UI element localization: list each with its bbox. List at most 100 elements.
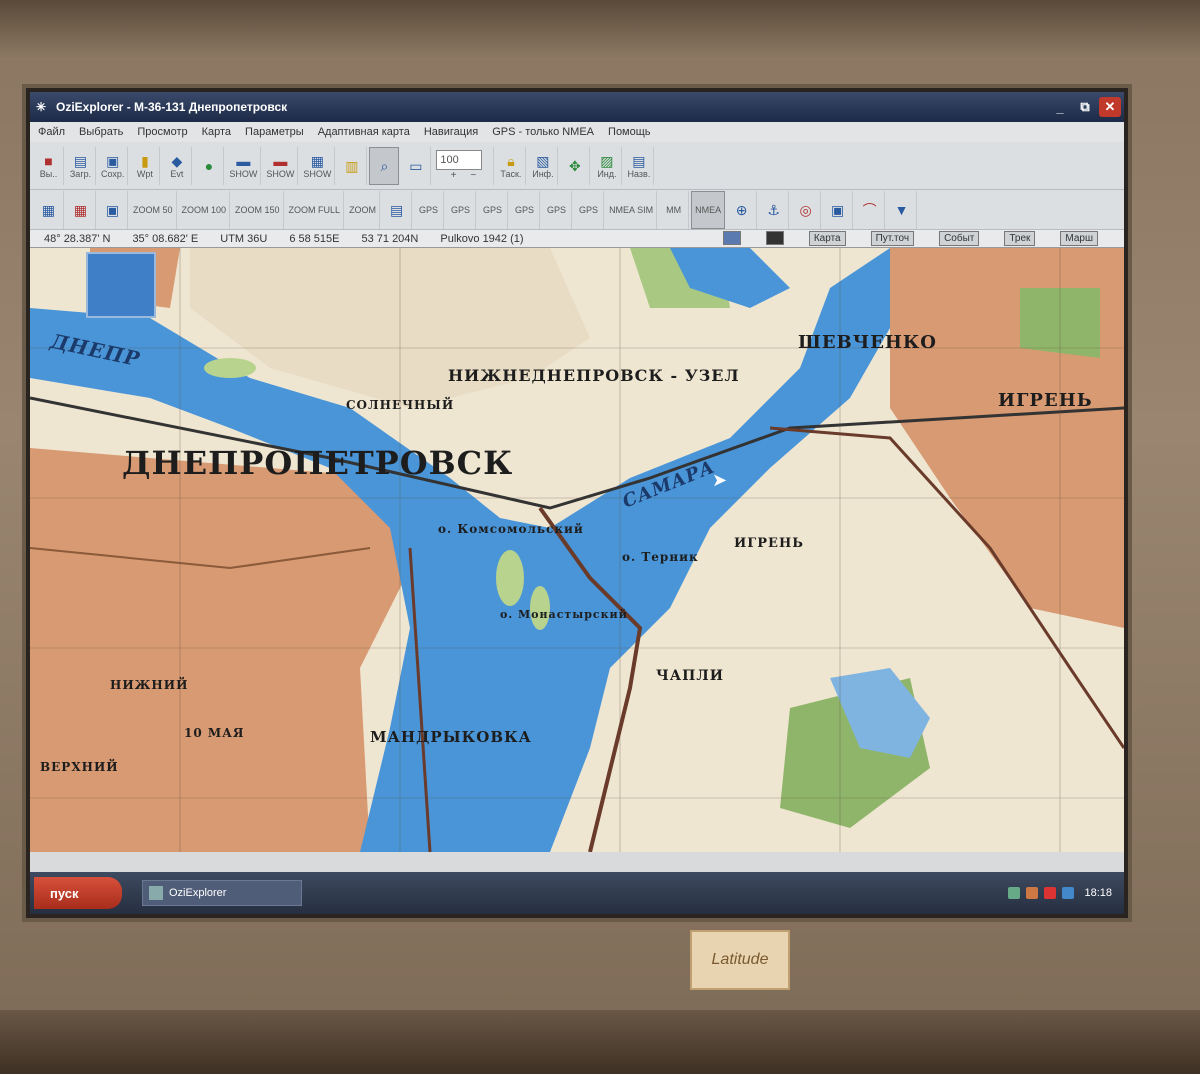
nmea-button[interactable]: NMEA: [691, 190, 726, 229]
maximize-button[interactable]: ⧉: [1074, 97, 1096, 117]
gps-button-2[interactable]: GPS: [446, 190, 477, 229]
utm-zone: UTM 36U: [220, 232, 268, 245]
zoom-50-button[interactable]: ZOOM 50: [130, 190, 177, 229]
crosshair-button[interactable]: ⊕: [727, 190, 758, 229]
exit-button[interactable]: ■ Вы..: [34, 146, 64, 185]
object-tabs: Карта Пут.точ Событ Трек Марш: [720, 231, 1120, 246]
urban-area-west: [30, 448, 410, 852]
datum-readout: Pulkovo 1942 (1): [440, 232, 524, 245]
tray-icon-network[interactable]: [1008, 887, 1021, 899]
menu-help[interactable]: Помощь: [608, 126, 651, 138]
anchor-button[interactable]: ⚓︎: [759, 190, 790, 229]
speed-button[interactable]: ▣: [823, 190, 854, 229]
gps-button-5[interactable]: GPS: [542, 190, 573, 229]
label-mandrykovka: МАНДРЫКОВКА: [370, 728, 532, 746]
screen: ✳ OziExplorer - M-36-131 Днепропетровск …: [30, 92, 1124, 914]
taskbar-item-oziexplorer[interactable]: OziExplorer: [142, 880, 302, 906]
signal-button[interactable]: ▼: [887, 190, 918, 229]
menu-gps[interactable]: GPS - только NMEA: [492, 126, 594, 138]
map-canvas[interactable]: ДНЕПРОПЕТРОВСК ДНЕПР НИЖНЕДНЕПРОВСК - УЗ…: [30, 248, 1124, 852]
save-button[interactable]: ▣ Сохр.: [98, 146, 129, 185]
load-icon: ▤: [73, 152, 88, 169]
speed-icon: ▣: [830, 201, 845, 218]
layers-button[interactable]: ▥: [337, 146, 368, 185]
name-button[interactable]: ▤ Назв.: [624, 146, 655, 185]
show-all-button[interactable]: ▦ SHOW: [300, 146, 336, 185]
tray-icon-volume[interactable]: [1026, 887, 1039, 899]
menu-bar: Файл Выбрать Просмотр Карта Параметры Ад…: [30, 122, 1124, 142]
menu-select[interactable]: Выбрать: [79, 126, 123, 138]
tab-waypoints[interactable]: Пут.точ: [870, 231, 915, 246]
label-nizhnedneprovsk: НИЖНЕДНЕПРОВСК - УЗЕЛ: [448, 366, 740, 385]
menu-settings[interactable]: Параметры: [245, 126, 304, 138]
tab-tracks[interactable]: Трек: [1004, 231, 1036, 246]
menu-view[interactable]: Просмотр: [137, 126, 187, 138]
pan-button[interactable]: ✥: [560, 146, 591, 185]
tool-button-2[interactable]: ▦: [66, 190, 96, 229]
signal-icon: ▼: [894, 201, 909, 218]
indicator-icon: ▨: [600, 152, 614, 169]
zoom-in-button[interactable]: +: [451, 170, 457, 181]
mouse-cursor-icon: ➤: [712, 470, 728, 490]
tab-events[interactable]: Событ: [939, 231, 980, 246]
tab-routes[interactable]: Марш: [1060, 231, 1098, 246]
gps-button-6[interactable]: GPS: [574, 190, 605, 229]
laptop-badge: Latitude: [690, 930, 790, 990]
menu-adaptive-map[interactable]: Адаптивная карта: [318, 126, 410, 138]
show-track-icon: ▬: [273, 152, 288, 169]
lifebuoy-icon: ◎: [799, 201, 812, 218]
start-button[interactable]: пуск: [34, 877, 122, 909]
latitude-readout: 48° 28.387' N: [44, 232, 111, 245]
show-icon: ▬: [236, 152, 251, 169]
route-button[interactable]: ●: [194, 146, 225, 185]
close-button[interactable]: ✕: [1099, 97, 1121, 117]
tray-icon-language[interactable]: [1062, 887, 1075, 899]
zoom-select[interactable]: 100: [436, 150, 483, 170]
tray-icon-security[interactable]: [1044, 887, 1057, 899]
nmea-sim-button[interactable]: NMEA SIM: [606, 190, 658, 229]
window-icon: ▭: [409, 157, 423, 174]
gps-button-3[interactable]: GPS: [478, 190, 509, 229]
save-icon: ▣: [106, 152, 120, 169]
zoom-button[interactable]: ZOOM: [346, 190, 381, 229]
tab-map[interactable]: Карта: [808, 231, 846, 246]
menu-map[interactable]: Карта: [202, 126, 231, 138]
map-view-icon[interactable]: [722, 231, 741, 245]
secondary-toolbar: ▦ ▦ ▣ ZOOM 50 ZOOM 100 ZOOM 150 ZOOM FUL…: [30, 190, 1124, 230]
menu-navigation[interactable]: Навигация: [424, 126, 478, 138]
zoom-full-button[interactable]: ZOOM FULL: [286, 190, 345, 229]
label-ternik: о. Терник: [622, 550, 699, 564]
find-button[interactable]: ⌕: [369, 146, 400, 185]
info-button[interactable]: ▧ Инф.: [528, 146, 559, 185]
gps-button-4[interactable]: GPS: [510, 190, 541, 229]
task-button[interactable]: 🔒︎ Таск.: [496, 146, 527, 185]
load-button[interactable]: ▤ Загр.: [66, 146, 96, 185]
waypoint-button[interactable]: ▮ Wpt: [130, 146, 161, 185]
tool-button-1[interactable]: ▦: [34, 190, 64, 229]
zoom-100-button[interactable]: ZOOM 100: [179, 190, 231, 229]
zoom-out-button[interactable]: −: [470, 170, 476, 181]
alarm-button[interactable]: ◎: [791, 190, 822, 229]
tool-button-3[interactable]: ▣: [98, 190, 128, 229]
show-tracks-button[interactable]: ▬ SHOW: [263, 146, 299, 185]
toggle-icon[interactable]: [765, 231, 784, 245]
label-10-maya: 10 МАЯ: [184, 726, 245, 740]
label-verkhny: ВЕРХНИЙ: [40, 760, 119, 774]
show-waypoints-button[interactable]: ▬ SHOW: [226, 146, 262, 185]
gps-tool-button[interactable]: ▤: [382, 190, 413, 229]
zoom-150-button[interactable]: ZOOM 150: [232, 190, 284, 229]
event-button[interactable]: ◆ Evt: [162, 146, 193, 185]
moving-map-button[interactable]: MM: [659, 190, 690, 229]
window-button[interactable]: ▭: [401, 146, 432, 185]
menu-file[interactable]: Файл: [38, 126, 65, 138]
gps-icon: ▤: [389, 201, 404, 218]
minimize-button[interactable]: _: [1049, 97, 1071, 117]
window-title: OziExplorer - M-36-131 Днепропетровск: [56, 100, 288, 114]
profile-button[interactable]: ⌒: [855, 190, 886, 229]
label-dnepropetrovsk: ДНЕПРОПЕТРОВСК: [122, 444, 514, 482]
overview-map-thumbnail[interactable]: [86, 252, 156, 318]
gps-button-1[interactable]: GPS: [414, 190, 445, 229]
laptop-base: [0, 1010, 1200, 1074]
label-shevchenko: ШЕВЧЕНКО: [798, 332, 937, 353]
indicator-button[interactable]: ▨ Инд.: [592, 146, 623, 185]
